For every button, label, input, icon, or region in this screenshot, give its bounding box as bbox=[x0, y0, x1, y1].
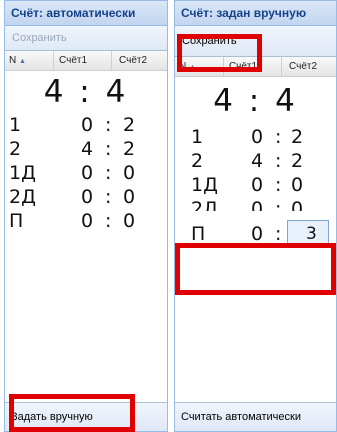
row-score2[interactable]: 2 bbox=[291, 149, 303, 173]
row-score2[interactable]: 0 bbox=[123, 185, 135, 209]
row-score1[interactable]: 0 bbox=[251, 125, 263, 149]
sort-asc-icon: ▲ bbox=[19, 58, 26, 65]
toolbar: Сохранить bbox=[5, 26, 167, 51]
highlight-edit-row bbox=[175, 243, 336, 295]
row-colon: : bbox=[105, 114, 112, 136]
score-rows: 1 0 : 2 2 4 : 2 1Д 0 : 0 2Д 0 : 0 П 0 : bbox=[175, 125, 336, 257]
row-colon: : bbox=[275, 198, 282, 211]
row-period: 2Д bbox=[191, 198, 218, 211]
row-score2[interactable]: 0 bbox=[291, 173, 303, 197]
score-row[interactable]: П 0 : 0 bbox=[5, 209, 167, 233]
row-colon: : bbox=[275, 126, 282, 148]
column-n[interactable]: N ▲ bbox=[9, 51, 26, 71]
row-period: П bbox=[9, 210, 24, 232]
row-score1[interactable]: 0 bbox=[81, 113, 93, 137]
row-score2[interactable]: 0 bbox=[123, 161, 135, 185]
column-separator bbox=[53, 51, 54, 70]
column-score2[interactable]: Счёт2 bbox=[119, 51, 147, 70]
column-header: N ▲ Счёт1 Счёт2 bbox=[5, 51, 167, 71]
panel-title: Счёт: автоматически bbox=[5, 1, 167, 26]
row-score1[interactable]: 4 bbox=[251, 149, 263, 173]
row-period: 1 bbox=[9, 114, 22, 136]
row-score1[interactable]: 0 bbox=[81, 161, 93, 185]
score-panel-automatic: Счёт: автоматически Сохранить N ▲ Счёт1 … bbox=[4, 0, 168, 432]
score-rows: 1 0 : 2 2 4 : 2 1Д 0 : 0 2Д 0 : 0 П 0 : … bbox=[5, 113, 167, 233]
row-score2[interactable]: 0 bbox=[123, 209, 135, 233]
row-colon: : bbox=[275, 174, 282, 196]
row-score2[interactable]: 0 bbox=[291, 197, 303, 211]
row-colon: : bbox=[105, 186, 112, 208]
highlight-manual-button bbox=[9, 394, 135, 432]
save-button[interactable]: Сохранить bbox=[9, 26, 70, 50]
row-score1[interactable]: 0 bbox=[81, 185, 93, 209]
panel-title: Счёт: задан вручную bbox=[175, 1, 336, 26]
row-period: 1Д bbox=[191, 174, 218, 196]
row-period: 2 bbox=[9, 138, 22, 160]
row-score1[interactable]: 0 bbox=[81, 209, 93, 233]
score-row[interactable]: 1Д 0 : 0 bbox=[175, 173, 336, 197]
row-colon: : bbox=[105, 162, 112, 184]
highlight-save-button bbox=[177, 34, 262, 72]
row-period: 2 bbox=[191, 150, 204, 172]
row-colon: : bbox=[275, 150, 282, 172]
row-score1[interactable]: 4 bbox=[81, 137, 93, 161]
score-row[interactable]: 2 4 : 2 bbox=[175, 149, 336, 173]
calculate-automatic-button[interactable]: Считать автоматически bbox=[175, 402, 336, 431]
column-score1[interactable]: Счёт1 bbox=[59, 51, 87, 70]
column-separator bbox=[281, 57, 282, 76]
row-score2[interactable]: 2 bbox=[123, 113, 135, 137]
row-period: 2Д bbox=[9, 186, 36, 208]
score-row[interactable]: 2 4 : 2 bbox=[5, 137, 167, 161]
total-score: 4 : 4 bbox=[43, 74, 129, 110]
score-row[interactable]: 1Д 0 : 0 bbox=[5, 161, 167, 185]
row-score2[interactable]: 2 bbox=[291, 125, 303, 149]
row-colon: : bbox=[105, 138, 112, 160]
row-score1[interactable]: 0 bbox=[251, 197, 263, 211]
column-score2[interactable]: Счёт2 bbox=[289, 57, 317, 76]
row-score1[interactable]: 0 bbox=[251, 173, 263, 197]
row-score2[interactable]: 2 bbox=[123, 137, 135, 161]
total-score: 4 : 4 bbox=[213, 83, 298, 119]
score-row[interactable]: 1 0 : 2 bbox=[5, 113, 167, 137]
score-row[interactable]: 2Д 0 : 0 bbox=[175, 197, 336, 211]
score-row[interactable]: 2Д 0 : 0 bbox=[5, 185, 167, 209]
row-period: 1Д bbox=[9, 162, 36, 184]
score-row[interactable]: 1 0 : 2 bbox=[175, 125, 336, 149]
row-colon: : bbox=[105, 210, 112, 232]
column-separator bbox=[111, 51, 112, 70]
row-period: 1 bbox=[191, 126, 204, 148]
